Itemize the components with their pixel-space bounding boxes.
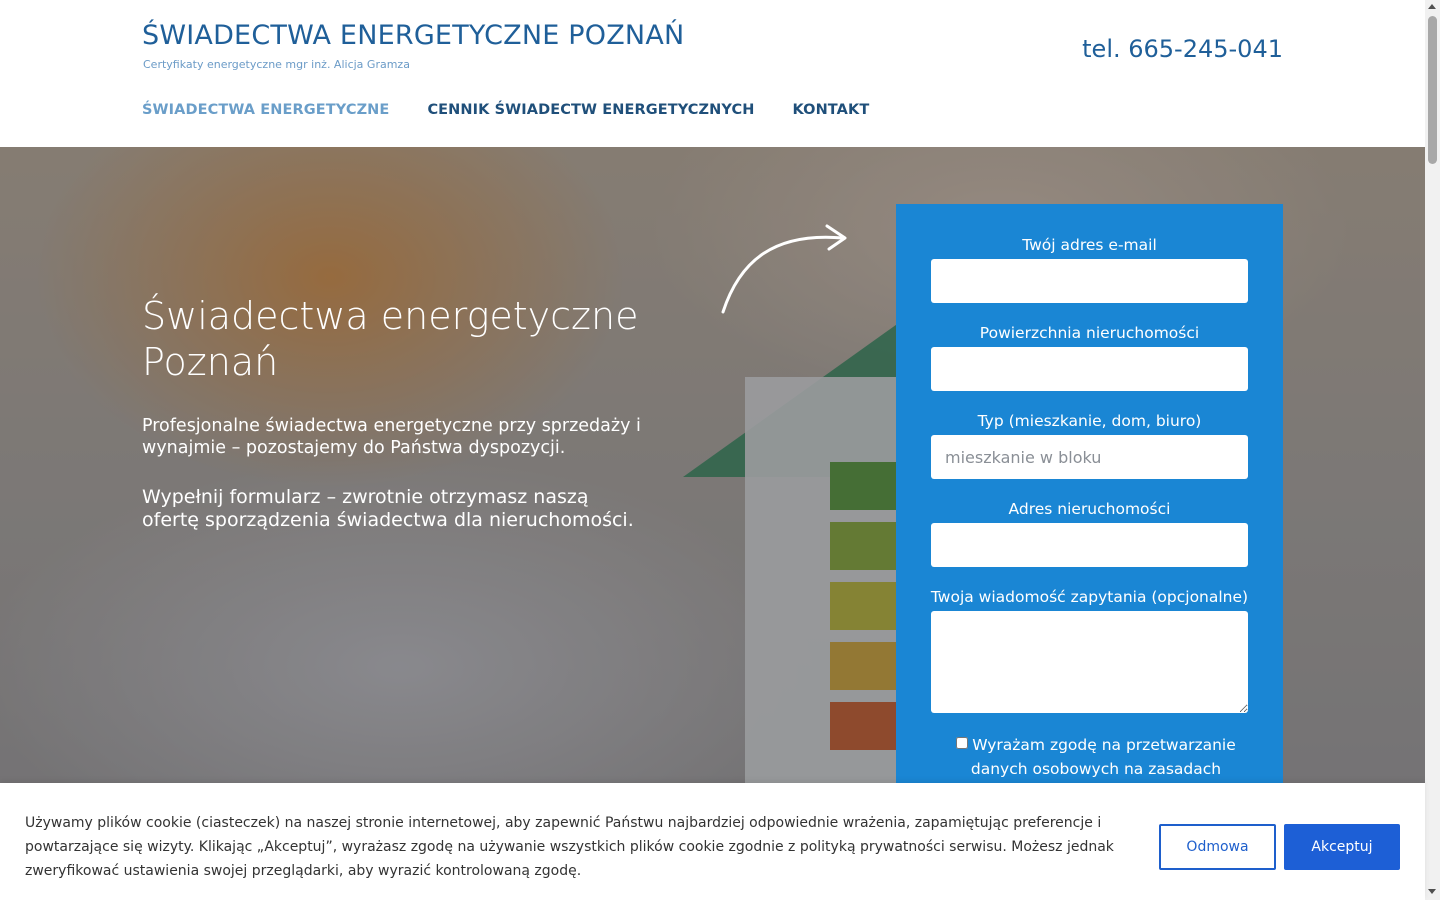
cookie-text: Używamy plików cookie (ciasteczek) na na… <box>25 815 1114 879</box>
site-title[interactable]: ŚWIADECTWA ENERGETYCZNE POZNAŃ <box>142 20 684 51</box>
area-field[interactable] <box>931 347 1248 391</box>
address-label: Adres nieruchomości <box>1008 500 1171 518</box>
site-header: ŚWIADECTWA ENERGETYCZNE POZNAŃ Certyfika… <box>0 0 1425 147</box>
cookie-banner: Używamy plików cookie (ciasteczek) na na… <box>0 783 1425 900</box>
page-scrollbar[interactable] <box>1425 0 1440 900</box>
message-textarea[interactable] <box>931 611 1248 713</box>
type-field[interactable] <box>931 435 1248 479</box>
accept-button[interactable]: Akceptuj <box>1284 824 1400 870</box>
email-field[interactable] <box>931 259 1248 303</box>
scroll-thumb[interactable] <box>1428 16 1437 164</box>
scroll-down-arrow-icon[interactable] <box>1428 889 1436 894</box>
hero-paragraph-2: Wypełnij formularz – zwrotnie otrzymasz … <box>142 486 634 531</box>
area-label: Powierzchnia nieruchomości <box>979 324 1200 342</box>
scroll-up-arrow-icon[interactable] <box>1428 4 1436 9</box>
site-tagline: Certyfikaty energetyczne mgr inż. Alicja… <box>143 58 410 71</box>
nav-item-cennik[interactable]: CENNIK ŚWIADECTW ENERGETYCZNYCH <box>427 102 754 118</box>
message-label: Twoja wiadomość zapytania (opcjonalne) <box>930 588 1249 606</box>
decline-button[interactable]: Odmowa <box>1159 824 1276 870</box>
main-nav: ŚWIADECTWA ENERGETYCZNE CENNIK ŚWIADECTW… <box>142 102 869 118</box>
curved-arrow-icon <box>721 224 847 314</box>
address-field[interactable] <box>931 523 1248 567</box>
hero-paragraph-1: Profesjonalne świadectwa energetyczne pr… <box>142 416 641 458</box>
nav-item-kontakt[interactable]: KONTAKT <box>792 102 869 118</box>
consent-checkbox[interactable] <box>956 737 969 749</box>
phone-number[interactable]: tel. 665-245-041 <box>1082 35 1283 63</box>
email-label: Twój adres e-mail <box>1022 236 1157 254</box>
type-label: Typ (mieszkanie, dom, biuro) <box>977 412 1202 430</box>
consent-row: Wyrażam zgodę na przetwarzanie danych os… <box>956 733 1236 781</box>
hero-title: Świadectwa energetyczne Poznań <box>142 294 639 384</box>
nav-item-swiadectwa[interactable]: ŚWIADECTWA ENERGETYCZNE <box>142 102 389 118</box>
consent-text: Wyrażam zgodę na przetwarzanie danych os… <box>970 736 1236 778</box>
